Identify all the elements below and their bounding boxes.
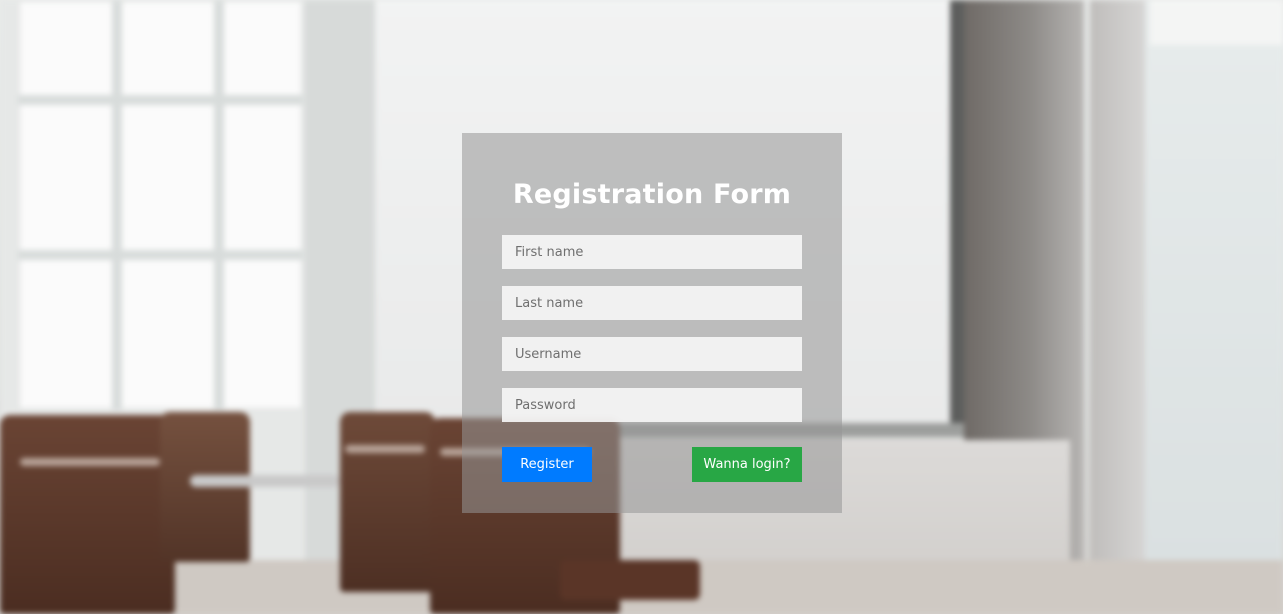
registration-form: Registration Form Register Wanna login?: [462, 133, 842, 513]
username-input[interactable]: [502, 337, 802, 371]
first-name-input[interactable]: [502, 235, 802, 269]
last-name-input[interactable]: [502, 286, 802, 320]
login-button[interactable]: Wanna login?: [692, 447, 802, 482]
form-title: Registration Form: [512, 179, 792, 210]
register-button[interactable]: Register: [502, 447, 592, 482]
page: Registration Form Register Wanna login?: [0, 0, 1283, 614]
password-input[interactable]: [502, 388, 802, 422]
